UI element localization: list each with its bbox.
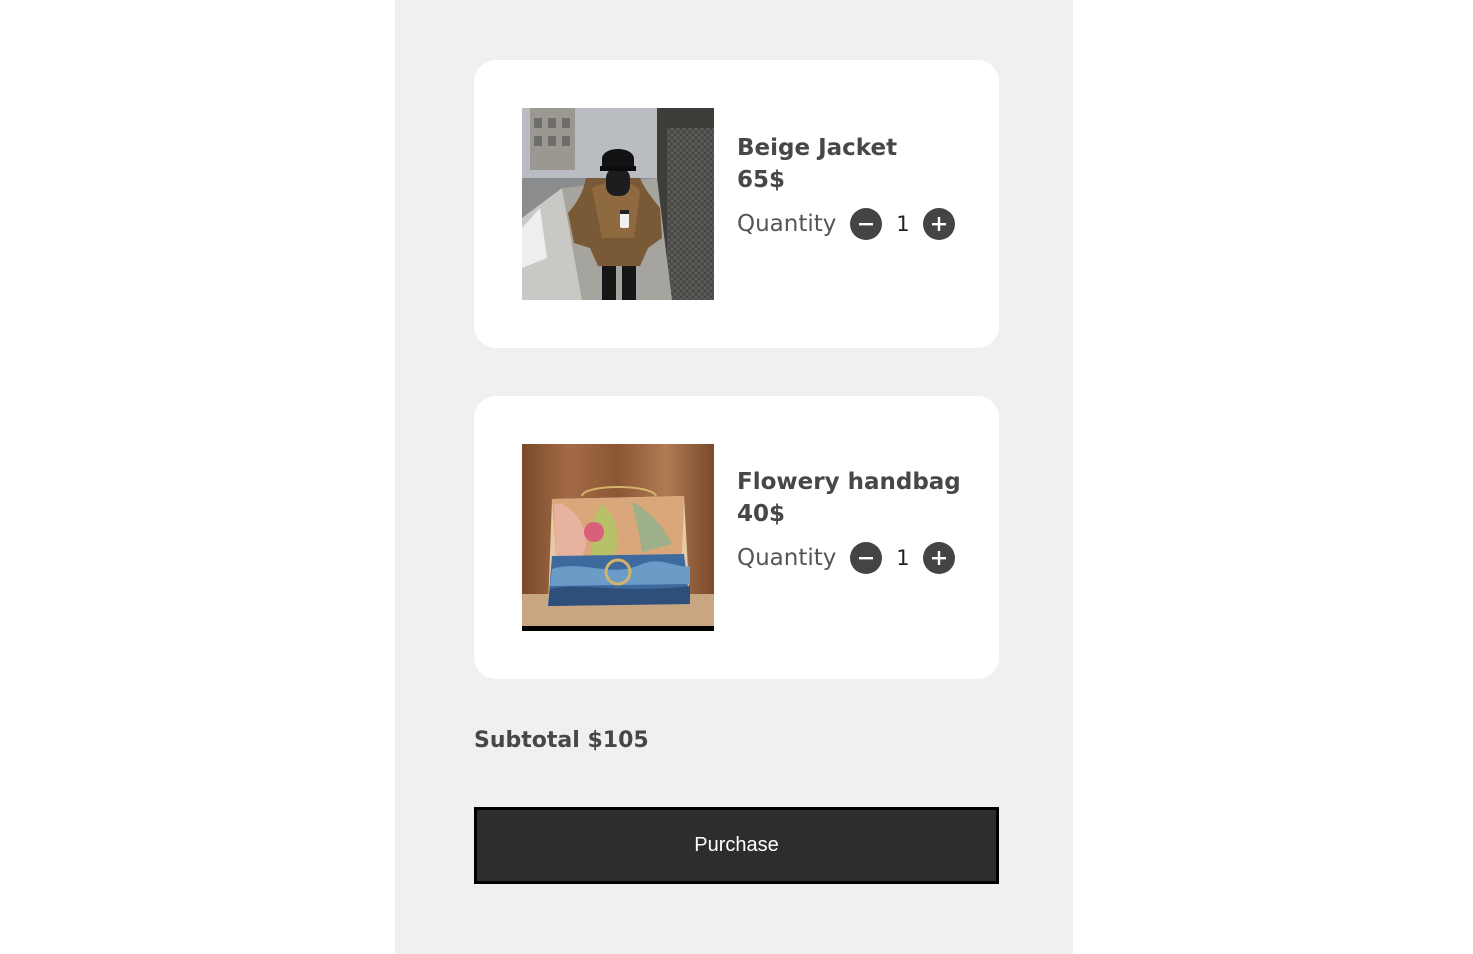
product-image-beige-jacket — [522, 108, 714, 300]
quantity-stepper: Quantity 1 — [737, 206, 956, 242]
increase-quantity-button[interactable] — [923, 208, 956, 240]
cart-item-card: Flowery handbag 40$ Quantity 1 — [474, 396, 999, 679]
increase-quantity-button[interactable] — [923, 542, 956, 574]
product-price: 40$ — [737, 501, 786, 527]
cart-item-card: Beige Jacket 65$ Quantity 1 — [474, 60, 999, 348]
decrease-quantity-button[interactable] — [850, 208, 883, 240]
cart-column: Beige Jacket 65$ Quantity 1 Flowery hand… — [395, 0, 1073, 954]
plus-icon — [932, 551, 947, 565]
purchase-button[interactable]: Purchase — [474, 807, 999, 884]
quantity-label: Quantity — [737, 545, 837, 571]
item-info: Beige Jacket 65$ Quantity 1 — [737, 132, 956, 242]
minus-icon — [859, 223, 874, 226]
product-name: Beige Jacket — [737, 135, 898, 161]
quantity-value: 1 — [896, 212, 910, 236]
quantity-stepper: Quantity 1 — [737, 540, 961, 576]
minus-icon — [859, 557, 874, 560]
quantity-value: 1 — [896, 546, 910, 570]
quantity-label: Quantity — [737, 211, 837, 237]
product-image-flowery-handbag — [522, 444, 714, 631]
subtotal: Subtotal $105 — [474, 728, 649, 753]
item-info: Flowery handbag 40$ Quantity 1 — [737, 466, 961, 576]
product-name: Flowery handbag — [737, 469, 961, 495]
decrease-quantity-button[interactable] — [850, 542, 883, 574]
plus-icon — [932, 217, 947, 231]
product-price: 65$ — [737, 167, 786, 193]
